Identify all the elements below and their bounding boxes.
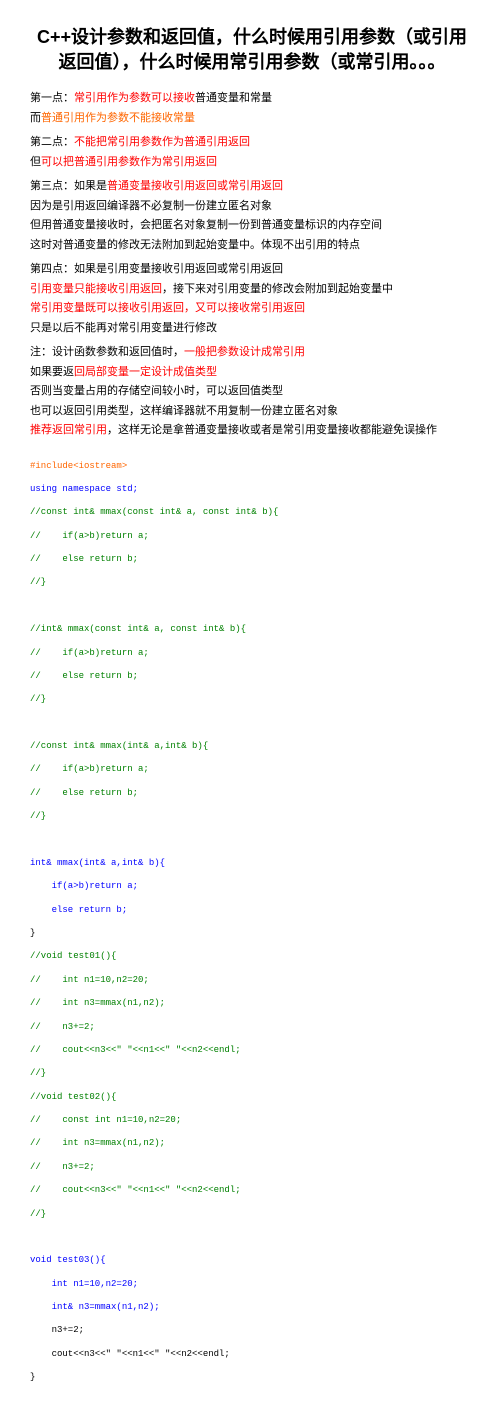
text: 引用变量只能接收引用返回 — [30, 283, 162, 295]
code-line: // cout<<n3<<" "<<n1<<" "<<n2<<endl; — [30, 1185, 474, 1197]
code-line: using namespace std; — [30, 484, 474, 496]
blank — [30, 718, 474, 730]
blank — [30, 1396, 474, 1408]
text: ，接下来对引用变量的修改会附加到起始变量中 — [162, 283, 393, 295]
text: 常引用变量既可以接收引用返回，又可以接收常引用返回 — [30, 302, 305, 314]
code-line: // else return b; — [30, 671, 474, 683]
point3-line2: 因为是引用返回编译器不必复制一份建立匿名对象 — [30, 198, 474, 215]
point4-line2: 引用变量只能接收引用返回，接下来对引用变量的修改会附加到起始变量中 — [30, 281, 474, 298]
point4-line1: 第四点：如果是引用变量接收引用返回或常引用返回 — [30, 261, 474, 278]
code-line: cout<<n3<<" "<<n1<<" "<<n2<<endl; — [30, 1349, 474, 1361]
code-line: //const int& mmax(const int& a, const in… — [30, 507, 474, 519]
text: 第三点：如果是 — [30, 180, 107, 192]
code-line: // else return b; — [30, 554, 474, 566]
code-line: int n1=10,n2=20; — [30, 1279, 474, 1291]
text: ，这样无论是拿普通变量接收或者是常引用变量接收都能避免误操作 — [107, 424, 437, 436]
code-line: int& n3=mmax(n1,n2); — [30, 1302, 474, 1314]
text: 第一点： — [30, 92, 74, 104]
code-line: void test03(){ — [30, 1255, 474, 1267]
text: 普通变量和常量 — [195, 92, 272, 104]
code-line: // if(a>b)return a; — [30, 648, 474, 660]
code-line: // int n1=10,n2=20; — [30, 975, 474, 987]
text: 可以把普通引用参数作为常引用返回 — [41, 156, 217, 168]
note-line5: 推荐返回常引用，这样无论是拿普通变量接收或者是常引用变量接收都能避免误操作 — [30, 422, 474, 439]
code-line: // if(a>b)return a; — [30, 764, 474, 776]
blank — [30, 1232, 474, 1244]
code-line: // int n3=mmax(n1,n2); — [30, 1138, 474, 1150]
code-line: // n3+=2; — [30, 1162, 474, 1174]
code-line: //} — [30, 694, 474, 706]
text: 常引用作为参数可以接收 — [74, 92, 195, 104]
code-line: // const int n1=10,n2=20; — [30, 1115, 474, 1127]
text: 一般把参数设计成常引用 — [184, 346, 305, 358]
code-block: #include<iostream> using namespace std; … — [30, 449, 474, 1426]
code-line: // int n3=mmax(n1,n2); — [30, 998, 474, 1010]
code-line: if(a>b)return a; — [30, 881, 474, 893]
code-line: } — [30, 928, 474, 940]
code-line: //} — [30, 577, 474, 589]
text: 普通变量接收引用返回或常引用返回 — [107, 180, 283, 192]
point1-line2: 而普通引用作为参数不能接收常量 — [30, 110, 474, 127]
text: 而 — [30, 112, 41, 124]
text: 普通引用作为参数不能接收常量 — [41, 112, 195, 124]
point4-line3: 常引用变量既可以接收引用返回，又可以接收常引用返回 — [30, 300, 474, 317]
point3-line1: 第三点：如果是普通变量接收引用返回或常引用返回 — [30, 178, 474, 195]
note-line3: 否则当变量占用的存储空间较小时，可以返回值类型 — [30, 383, 474, 400]
blank — [30, 601, 474, 613]
code-line: //const int& mmax(int& a,int& b){ — [30, 741, 474, 753]
code-line: int& mmax(int& a,int& b){ — [30, 858, 474, 870]
code-line: // cout<<n3<<" "<<n1<<" "<<n2<<endl; — [30, 1045, 474, 1057]
text: 第二点： — [30, 136, 74, 148]
code-line: n3+=2; — [30, 1325, 474, 1337]
code-line: else return b; — [30, 905, 474, 917]
text: 如果要返 — [30, 366, 74, 378]
point3-line4: 这时对普通变量的修改无法附加到起始变量中。体现不出引用的特点 — [30, 237, 474, 254]
text: 但 — [30, 156, 41, 168]
note-line2: 如果要返回局部变量一定设计成值类型 — [30, 364, 474, 381]
code-line: //} — [30, 1209, 474, 1221]
code-line: #include<iostream> — [30, 461, 474, 473]
blank — [30, 835, 474, 847]
code-line: //} — [30, 811, 474, 823]
code-line: // if(a>b)return a; — [30, 531, 474, 543]
code-line: } — [30, 1372, 474, 1384]
note-line1: 注：设计函数参数和返回值时，一般把参数设计成常引用 — [30, 344, 474, 361]
code-line: //void test02(){ — [30, 1092, 474, 1104]
point3-line3: 但用普通变量接收时，会把匿名对象复制一份到普通变量标识的内存空间 — [30, 217, 474, 234]
text: 不能把常引用参数作为普通引用返回 — [74, 136, 250, 148]
note-line4: 也可以返回引用类型，这样编译器就不用复制一份建立匿名对象 — [30, 403, 474, 420]
blank — [30, 1419, 474, 1426]
point1-line1: 第一点：常引用作为参数可以接收普通变量和常量 — [30, 90, 474, 107]
page-title: C++设计参数和返回值，什么时候用引用参数（或引用返回值），什么时候用常引用参数… — [30, 25, 474, 75]
point4-line4: 只是以后不能再对常引用变量进行修改 — [30, 320, 474, 337]
code-line: //void test01(){ — [30, 951, 474, 963]
text: 回局部变量一定设计成值类型 — [74, 366, 217, 378]
text: 注：设计函数参数和返回值时， — [30, 346, 184, 358]
code-line: //} — [30, 1068, 474, 1080]
code-line: // n3+=2; — [30, 1022, 474, 1034]
code-line: //int& mmax(const int& a, const int& b){ — [30, 624, 474, 636]
point2-line1: 第二点：不能把常引用参数作为普通引用返回 — [30, 134, 474, 151]
point2-line2: 但可以把普通引用参数作为常引用返回 — [30, 154, 474, 171]
text: 推荐返回常引用 — [30, 424, 107, 436]
code-line: // else return b; — [30, 788, 474, 800]
